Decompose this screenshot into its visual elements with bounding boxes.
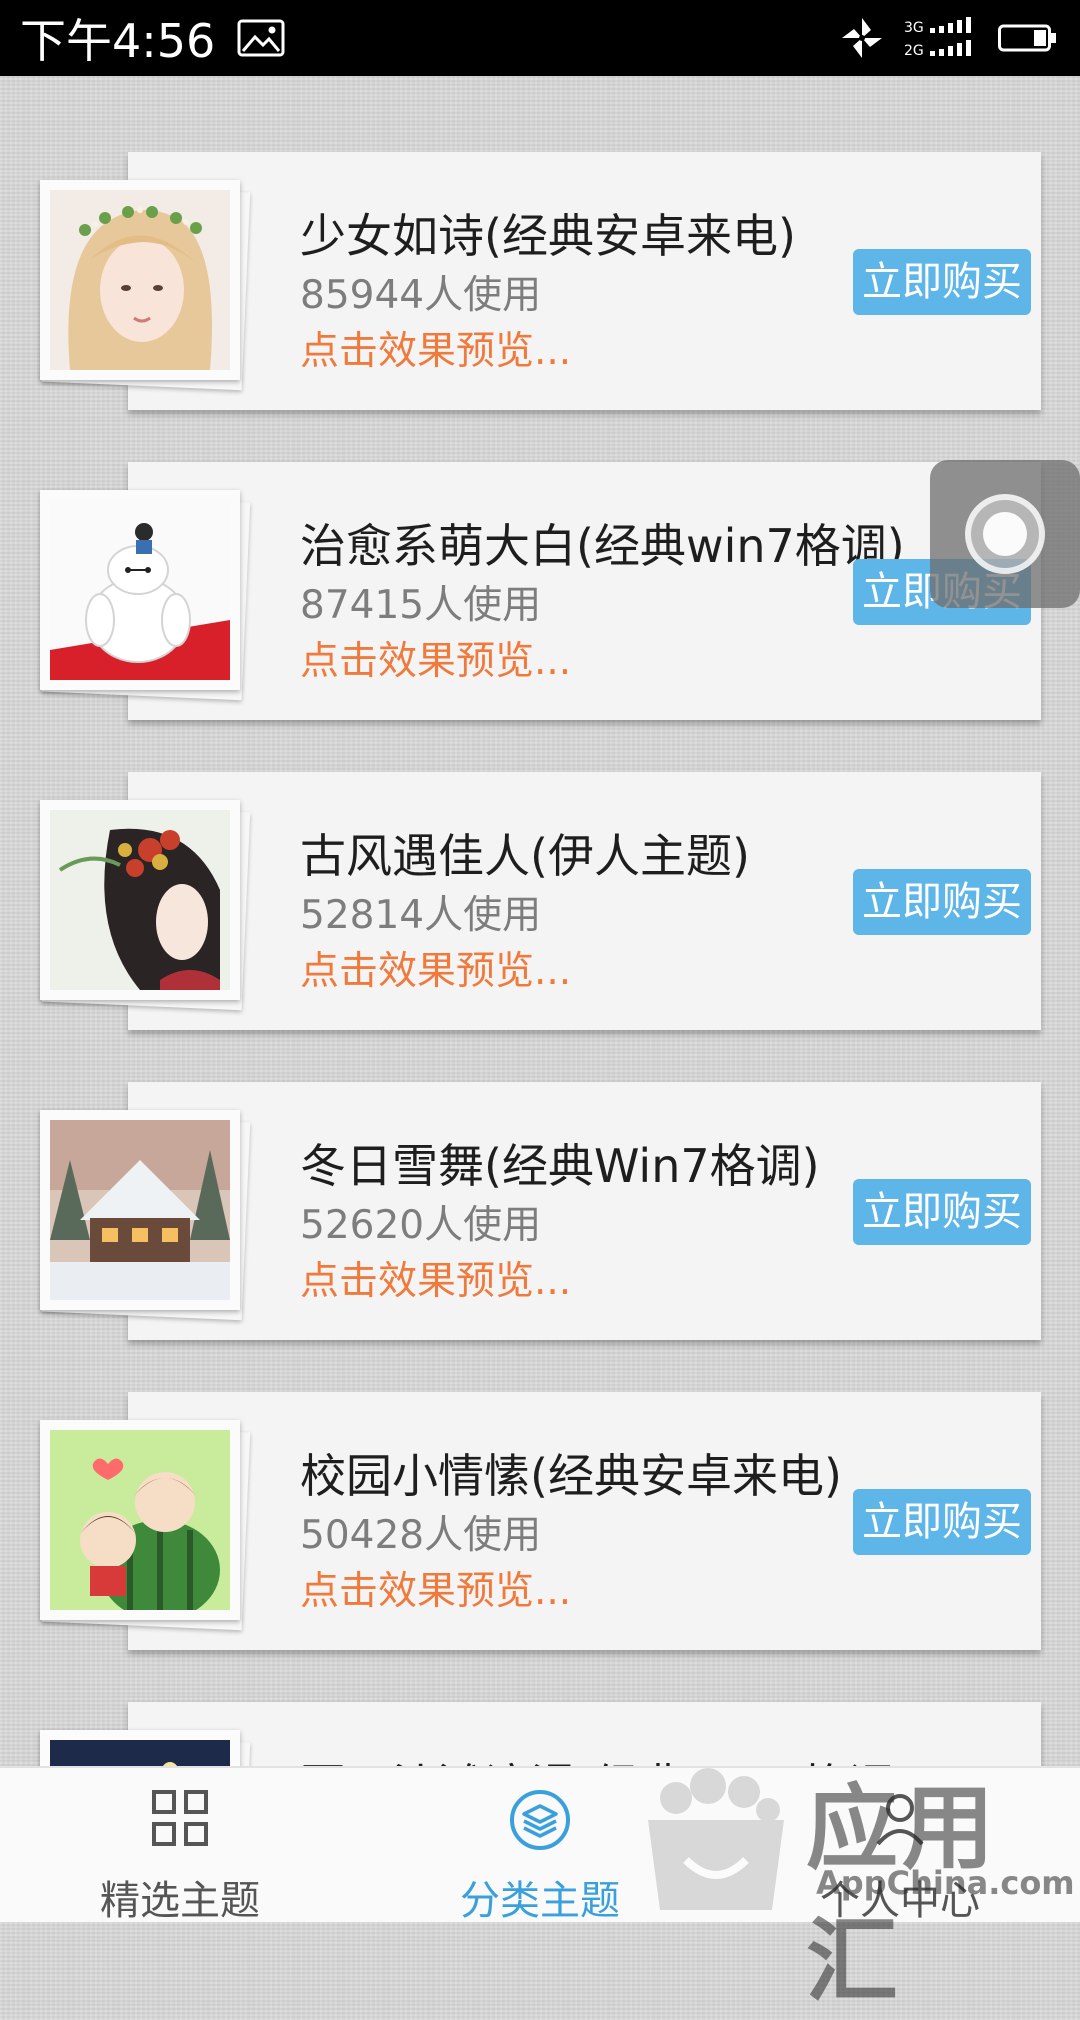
theme-thumbnail[interactable]: [40, 1730, 251, 1766]
theme-thumbnail[interactable]: [40, 490, 251, 701]
status-time: 下午4:56: [20, 14, 216, 68]
theme-card[interactable]: 治愈系萌大白(经典win7格调) 87415人使用 点击效果预览... 立即购买: [0, 462, 1080, 722]
signal-icon: 3G 2G: [904, 17, 971, 59]
preview-link[interactable]: 点击效果预览...: [300, 1250, 571, 1306]
theme-card[interactable]: 夏日沙滩浪漫(经典Win7格调): [0, 1702, 1080, 1766]
preview-link[interactable]: 点击效果预览...: [300, 630, 571, 686]
theme-title[interactable]: 少女如诗(经典安卓来电): [300, 200, 796, 266]
theme-thumbnail[interactable]: [40, 1110, 251, 1321]
pinwheel-icon: [842, 18, 882, 58]
buy-button[interactable]: 立即购买: [853, 249, 1031, 315]
photo-frame: [40, 490, 240, 690]
photo-frame: [40, 180, 240, 380]
network-label-3g: 3G: [904, 20, 924, 36]
tab-label: 精选主题: [100, 1878, 260, 1924]
tab-featured-themes[interactable]: 精选主题: [0, 1768, 360, 1924]
buy-button[interactable]: 立即购买: [853, 869, 1031, 935]
theme-card[interactable]: 少女如诗(经典安卓来电) 85944人使用 点击效果预览... 立即购买: [0, 152, 1080, 412]
theme-thumbnail[interactable]: [40, 180, 251, 391]
photo-frame: [40, 1110, 240, 1310]
usage-count: 85944人使用: [300, 273, 542, 318]
theme-title[interactable]: 夏日沙滩浪漫(经典Win7格调): [300, 1750, 912, 1766]
layers-icon: [510, 1790, 570, 1850]
theme-title[interactable]: 古风遇佳人(伊人主题): [300, 820, 750, 886]
photo-frame: [40, 1730, 240, 1766]
theme-title[interactable]: 校园小情愫(经典安卓来电): [300, 1440, 842, 1506]
usage-count: 50428人使用: [300, 1513, 542, 1558]
thumbnail-image: [50, 500, 230, 680]
thumbnail-image: [50, 810, 230, 990]
assist-dot-icon: [983, 512, 1027, 556]
bottom-nav: 精选主题 分类主题 个人中心: [0, 1766, 1080, 1924]
person-icon: [876, 1794, 924, 1846]
theme-thumbnail[interactable]: [40, 1420, 251, 1631]
usage-count: 87415人使用: [300, 583, 542, 628]
tab-label: 分类主题: [460, 1878, 620, 1924]
preview-link[interactable]: 点击效果预览...: [300, 1560, 571, 1616]
tab-label: 个人中心: [820, 1878, 980, 1924]
tab-category-themes[interactable]: 分类主题: [360, 1768, 720, 1924]
theme-card[interactable]: 冬日雪舞(经典Win7格调) 52620人使用 点击效果预览... 立即购买: [0, 1082, 1080, 1342]
theme-title[interactable]: 治愈系萌大白(经典win7格调): [300, 510, 905, 576]
status-icons: 3G 2G: [838, 14, 1058, 62]
preview-link[interactable]: 点击效果预览...: [300, 320, 571, 376]
thumbnail-image: [50, 1740, 230, 1766]
buy-button[interactable]: 立即购买: [853, 1489, 1031, 1555]
theme-card[interactable]: 校园小情愫(经典安卓来电) 50428人使用 点击效果预览... 立即购买: [0, 1392, 1080, 1652]
floating-assist-button[interactable]: [930, 460, 1080, 608]
theme-card[interactable]: 古风遇佳人(伊人主题) 52814人使用 点击效果预览... 立即购买: [0, 772, 1080, 1032]
thumbnail-image: [50, 190, 230, 370]
thumbnail-image: [50, 1120, 230, 1300]
preview-link[interactable]: 点击效果预览...: [300, 940, 571, 996]
theme-list[interactable]: 少女如诗(经典安卓来电) 85944人使用 点击效果预览... 立即购买 治愈系…: [0, 76, 1080, 1766]
tab-personal-center[interactable]: 个人中心: [720, 1768, 1080, 1924]
photo-frame: [40, 800, 240, 1000]
battery-icon: [998, 24, 1056, 52]
network-label-2g: 2G: [904, 43, 924, 59]
theme-title[interactable]: 冬日雪舞(经典Win7格调): [300, 1130, 820, 1196]
grid-icon: [152, 1790, 208, 1846]
photo-frame: [40, 1420, 240, 1620]
status-bar: 下午4:56 3G 2G: [0, 0, 1080, 76]
usage-count: 52620人使用: [300, 1203, 542, 1248]
gallery-notification-icon: [237, 19, 285, 57]
theme-thumbnail[interactable]: [40, 800, 251, 1011]
usage-count: 52814人使用: [300, 893, 542, 938]
buy-button[interactable]: 立即购买: [853, 1179, 1031, 1245]
thumbnail-image: [50, 1430, 230, 1610]
